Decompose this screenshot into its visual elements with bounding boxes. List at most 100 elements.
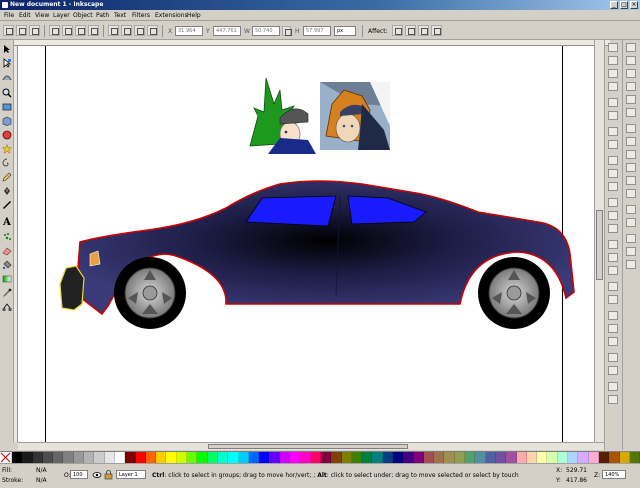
- snap-bbox-center-icon[interactable]: [626, 108, 636, 117]
- snap-enable-icon[interactable]: [626, 43, 636, 52]
- color-swatch[interactable]: [341, 452, 352, 463]
- duplicate-icon[interactable]: [608, 240, 618, 249]
- menu-help[interactable]: Help: [187, 12, 201, 19]
- xml-editor-icon[interactable]: [608, 366, 618, 375]
- y-field[interactable]: 447.761: [213, 26, 241, 36]
- snap-bbox-icon[interactable]: [626, 56, 636, 65]
- color-swatch[interactable]: [506, 452, 517, 463]
- close-button[interactable]: ×: [630, 1, 638, 9]
- color-swatch[interactable]: [547, 452, 558, 463]
- opacity-field[interactable]: 100: [70, 470, 88, 479]
- maximize-button[interactable]: □: [620, 1, 628, 9]
- color-swatch[interactable]: [619, 452, 630, 463]
- color-swatch[interactable]: [423, 452, 435, 463]
- color-swatch[interactable]: [629, 452, 640, 463]
- snap-midpoint-icon[interactable]: [626, 189, 636, 198]
- color-swatch[interactable]: [32, 452, 43, 463]
- horizontal-scrollbar[interactable]: [18, 442, 604, 450]
- vertical-scrollbar[interactable]: [594, 40, 604, 442]
- align-distribute-icon[interactable]: [608, 353, 618, 362]
- node-tool-icon[interactable]: [2, 58, 12, 68]
- menu-filters[interactable]: Filters: [132, 12, 150, 19]
- snap-path-icon[interactable]: [626, 137, 636, 146]
- select-all-layers-button[interactable]: [16, 25, 27, 36]
- car-drawing[interactable]: [59, 180, 575, 329]
- color-swatch[interactable]: [465, 452, 476, 463]
- unlink-clone-icon[interactable]: [608, 266, 618, 275]
- snap-bbox-midpoint-icon[interactable]: [626, 95, 636, 104]
- snap-bbox-edge-icon[interactable]: [626, 69, 636, 78]
- lock-icon[interactable]: [282, 26, 292, 36]
- eye-visibility-icon[interactable]: [92, 470, 102, 480]
- zoom-field[interactable]: 140%: [602, 470, 626, 479]
- color-swatch[interactable]: [578, 452, 589, 463]
- color-swatch[interactable]: [454, 452, 466, 463]
- stroke-value[interactable]: N/A: [36, 477, 47, 484]
- menu-layer[interactable]: Layer: [53, 12, 70, 19]
- calligraphy-tool-icon[interactable]: [2, 200, 12, 210]
- color-swatch[interactable]: [84, 452, 95, 463]
- paint-bucket-tool-icon[interactable]: [2, 260, 12, 270]
- color-swatch[interactable]: [217, 452, 229, 463]
- color-swatch[interactable]: [598, 452, 610, 463]
- layers-icon[interactable]: [608, 337, 618, 346]
- undo-icon[interactable]: [608, 127, 618, 136]
- color-swatch[interactable]: [475, 452, 486, 463]
- color-swatch[interactable]: [238, 452, 249, 463]
- pen-tool-icon[interactable]: [2, 186, 12, 196]
- flip-horizontal-button[interactable]: [75, 25, 86, 36]
- snap-bbox-corner-icon[interactable]: [626, 82, 636, 91]
- color-swatch[interactable]: [362, 452, 373, 463]
- snap-center-icon[interactable]: [626, 205, 636, 214]
- color-swatch[interactable]: [557, 452, 569, 463]
- zoom-tool-icon[interactable]: [2, 88, 12, 98]
- paste-icon[interactable]: [608, 182, 618, 191]
- vertical-scroll-thumb[interactable]: [596, 210, 603, 280]
- color-swatch[interactable]: [444, 452, 455, 463]
- affect-patterns-button[interactable]: [431, 25, 442, 36]
- color-swatch[interactable]: [382, 452, 393, 463]
- color-swatch[interactable]: [22, 452, 33, 463]
- color-swatch[interactable]: [290, 452, 301, 463]
- affect-corners-button[interactable]: [405, 25, 416, 36]
- color-swatch[interactable]: [197, 452, 208, 463]
- unit-select[interactable]: px: [334, 26, 356, 36]
- menu-extensions[interactable]: Extensions: [155, 12, 188, 19]
- color-swatch[interactable]: [403, 452, 414, 463]
- layer-select[interactable]: Layer 1: [116, 470, 146, 479]
- deselect-button[interactable]: [29, 25, 40, 36]
- open-icon[interactable]: [608, 56, 618, 65]
- copy-icon[interactable]: [608, 156, 618, 165]
- color-swatch[interactable]: [300, 452, 311, 463]
- color-swatch[interactable]: [125, 452, 136, 463]
- color-swatch[interactable]: [259, 452, 270, 463]
- clone-icon[interactable]: [608, 253, 618, 262]
- color-swatch[interactable]: [135, 452, 146, 463]
- cut-icon[interactable]: [608, 169, 618, 178]
- color-swatch[interactable]: [53, 452, 64, 463]
- color-swatch[interactable]: [166, 452, 177, 463]
- fill-stroke-icon[interactable]: [608, 311, 618, 320]
- color-swatch[interactable]: [12, 452, 23, 463]
- selector-tool-icon[interactable]: [2, 44, 12, 54]
- import-icon[interactable]: [608, 98, 618, 107]
- color-swatch[interactable]: [269, 452, 280, 463]
- raise-to-top-button[interactable]: [108, 25, 119, 36]
- document-properties-icon[interactable]: [608, 382, 618, 391]
- color-swatch[interactable]: [228, 452, 239, 463]
- ungroup-icon[interactable]: [608, 295, 618, 304]
- lower-to-bottom-button[interactable]: [147, 25, 158, 36]
- snap-cusp-nodes-icon[interactable]: [626, 163, 636, 172]
- snap-guide-icon[interactable]: [626, 260, 636, 269]
- color-swatch[interactable]: [279, 452, 291, 463]
- color-swatch[interactable]: [176, 452, 188, 463]
- gradient-tool-icon[interactable]: [2, 274, 12, 284]
- menu-object[interactable]: Object: [73, 12, 93, 19]
- raise-button[interactable]: [121, 25, 132, 36]
- redo-icon[interactable]: [608, 140, 618, 149]
- text-tool-icon[interactable]: A: [2, 216, 12, 226]
- snap-smooth-nodes-icon[interactable]: [626, 176, 636, 185]
- snap-nodes-icon[interactable]: [626, 124, 636, 133]
- color-swatch[interactable]: [73, 452, 85, 463]
- zoom-drawing-icon[interactable]: [608, 211, 618, 220]
